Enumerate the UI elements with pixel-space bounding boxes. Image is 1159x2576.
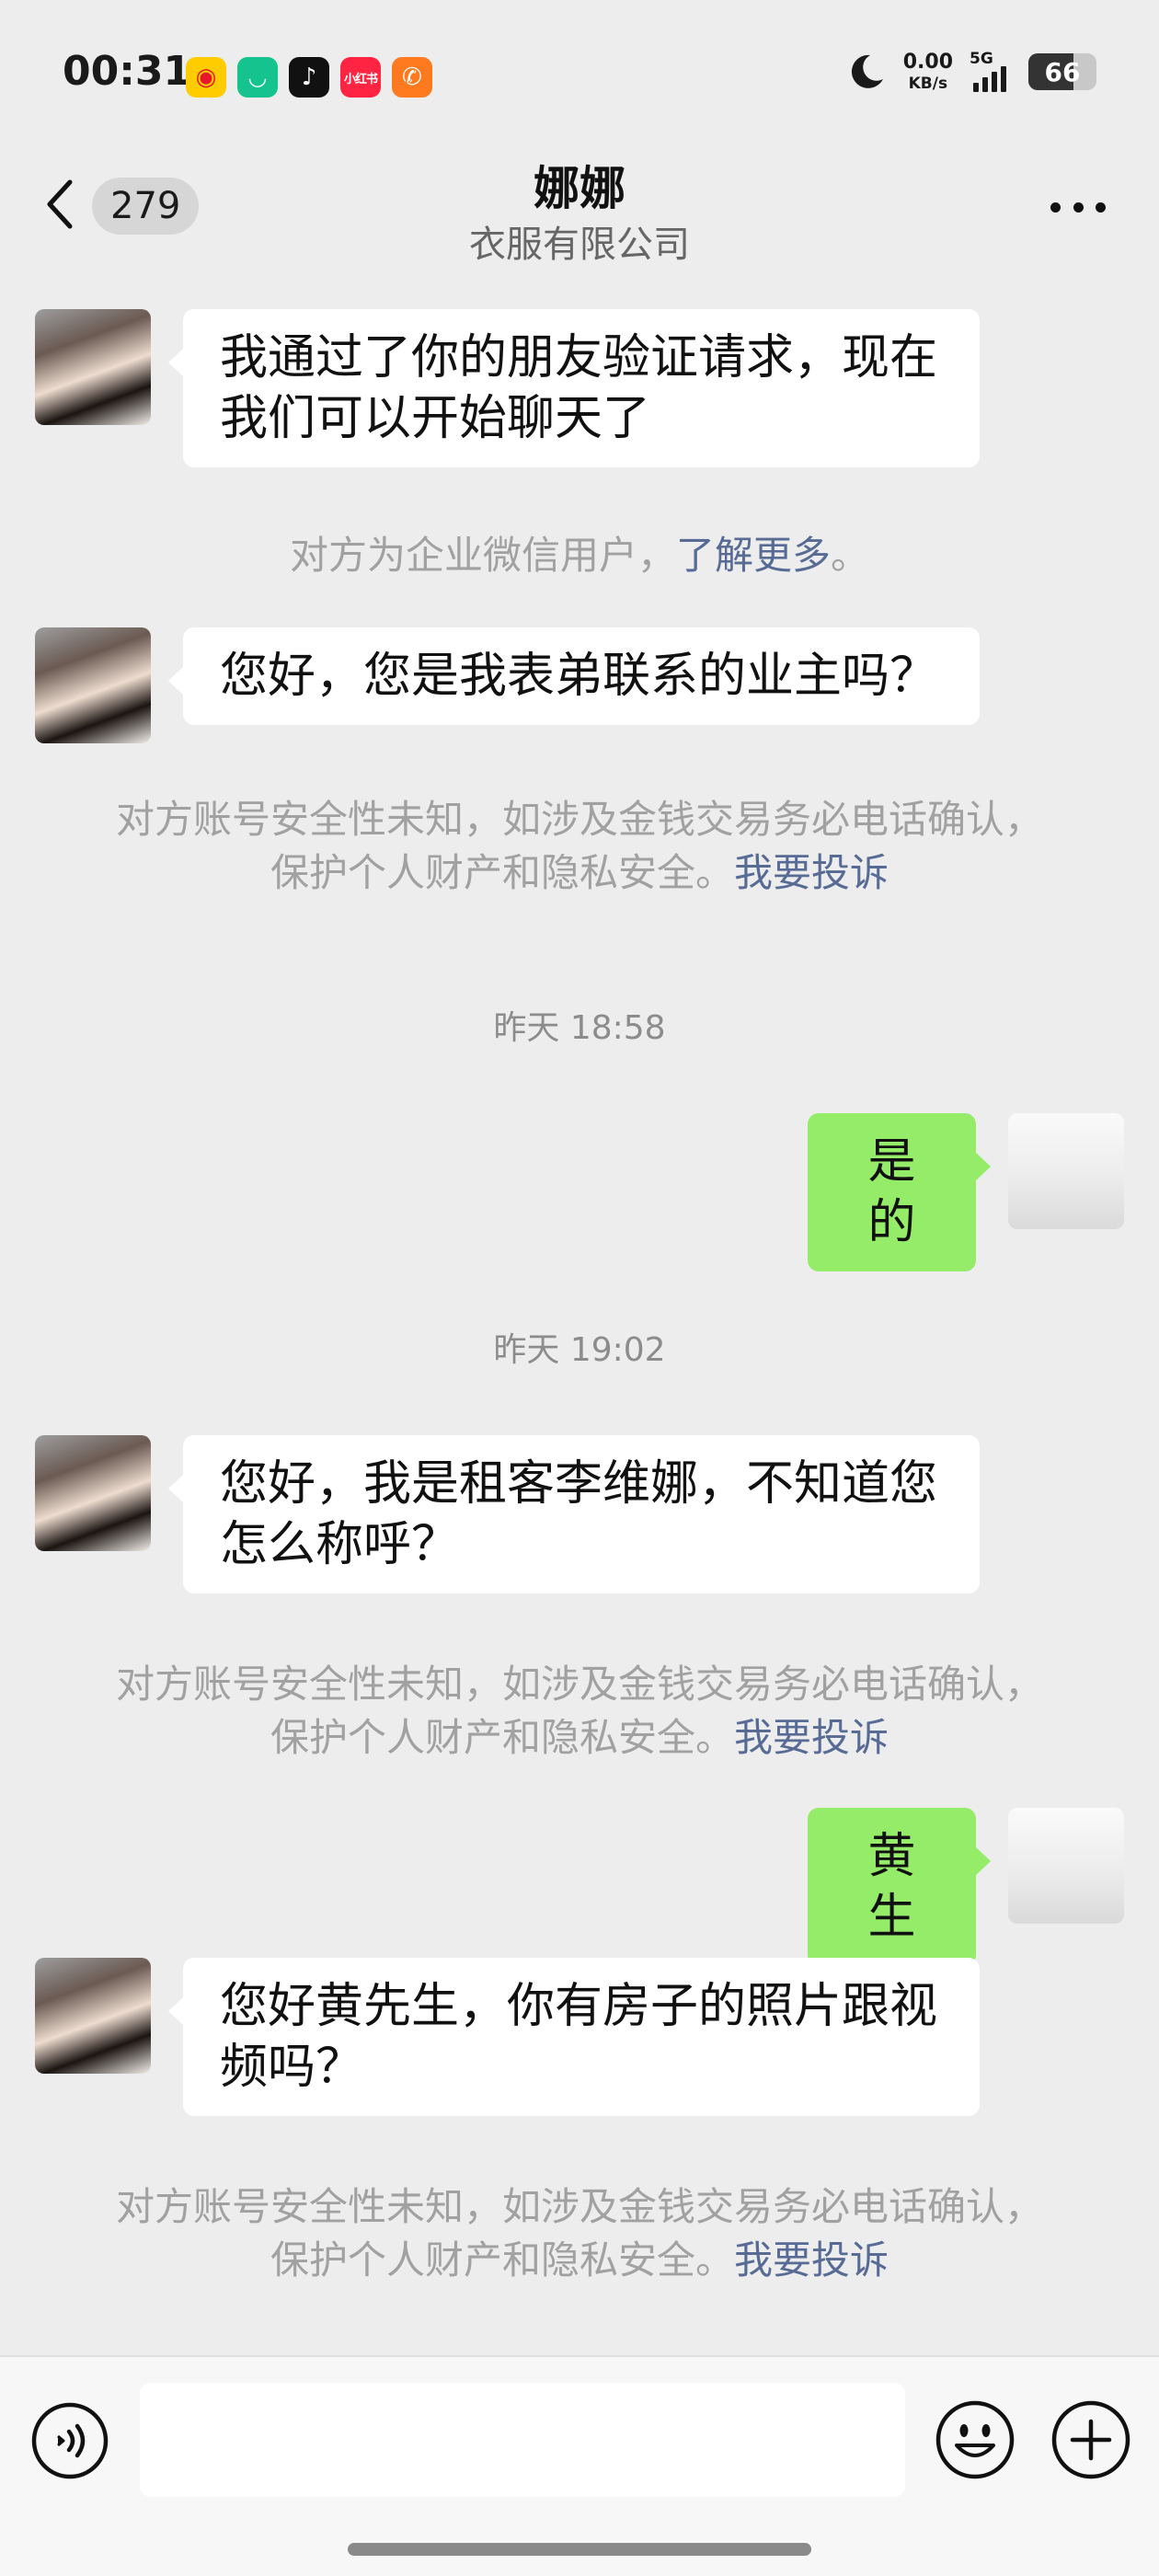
network-speed-unit: KB/s	[908, 74, 948, 93]
contact-avatar[interactable]	[35, 309, 151, 425]
network-speed: 0.00 KB/s	[903, 52, 953, 92]
battery-level: 66	[1044, 56, 1081, 87]
security-note-line1: 对方账号安全性未知，如涉及金钱交易务必电话确认，	[115, 2184, 1043, 2229]
plus-icon[interactable]	[1050, 2399, 1131, 2480]
chat-header: 279 娜娜 衣服有限公司	[0, 152, 1159, 276]
message-input-bar	[0, 2355, 1159, 2576]
incoming-message-bubble[interactable]: 我通过了你的朋友验证请求，现在我们可以开始聊天了	[168, 309, 980, 467]
enterprise-note-text: 对方为企业微信用户，	[289, 533, 676, 578]
incoming-message-bubble[interactable]: 您好，您是我表弟联系的业主吗？	[168, 627, 980, 725]
security-note-line2: 保护个人财产和隐私安全。	[270, 850, 734, 895]
contact-avatar[interactable]	[35, 627, 151, 743]
signal-strength-icon: 5G	[970, 50, 1012, 92]
message-text-input[interactable]	[140, 2383, 905, 2497]
report-complaint-link[interactable]: 我要投诉	[734, 850, 889, 895]
emoji-icon[interactable]	[935, 2399, 1016, 2480]
mi-icon: ◡	[237, 57, 278, 98]
chat-title: 娜娜	[534, 162, 625, 215]
contact-avatar[interactable]	[35, 1958, 151, 2074]
security-warning-note: 对方账号安全性未知，如涉及金钱交易务必电话确认， 保护个人财产和隐私安全。我要投…	[0, 1658, 1159, 1765]
xiaohongshu-icon: 小红书	[340, 57, 381, 98]
status-bar: 00:31 ◉ ◡ ♪ 小红书 ✆ 0.00 KB/s 5G 66	[0, 0, 1159, 152]
my-avatar[interactable]	[1008, 1808, 1124, 1924]
my-avatar[interactable]	[1008, 1113, 1124, 1229]
enterprise-note-end: 。	[831, 533, 870, 578]
security-note-line1: 对方账号安全性未知，如涉及金钱交易务必电话确认，	[115, 797, 1043, 842]
incoming-message-bubble[interactable]: 您好黄先生，你有房子的照片跟视频吗？	[168, 1958, 980, 2116]
voice-icon[interactable]	[30, 2401, 109, 2480]
do-not-disturb-moon-icon	[851, 54, 883, 88]
more-options-icon[interactable]	[1050, 198, 1106, 216]
report-complaint-link[interactable]: 我要投诉	[734, 1715, 889, 1760]
network-type-label: 5G	[970, 50, 993, 68]
report-complaint-link[interactable]: 我要投诉	[734, 2237, 889, 2283]
security-note-line2: 保护个人财产和隐私安全。	[270, 1715, 734, 1760]
notification-app-icons: ◉ ◡ ♪ 小红书 ✆	[186, 57, 432, 98]
security-warning-note: 对方账号安全性未知，如涉及金钱交易务必电话确认， 保护个人财产和隐私安全。我要投…	[0, 2180, 1159, 2287]
status-right-group: 0.00 KB/s 5G 66	[846, 50, 1096, 92]
network-speed-value: 0.00	[902, 50, 953, 74]
enterprise-user-note: 对方为企业微信用户，了解更多。	[0, 529, 1159, 582]
message-timestamp: 昨天 18:58	[493, 1009, 666, 1047]
home-indicator[interactable]	[348, 2543, 811, 2556]
battery-icon: 66	[1028, 53, 1096, 90]
security-note-line1: 对方账号安全性未知，如涉及金钱交易务必电话确认，	[115, 1662, 1043, 1707]
message-timestamp: 昨天 19:02	[493, 1331, 666, 1369]
outgoing-message-bubble[interactable]: 黄生	[808, 1808, 991, 1966]
security-note-line2: 保护个人财产和隐私安全。	[270, 2237, 734, 2283]
chat-subtitle-company: 衣服有限公司	[469, 224, 690, 266]
outgoing-message-bubble[interactable]: 是的	[808, 1113, 991, 1271]
phone-icon: ✆	[392, 57, 432, 98]
tiktok-icon: ♪	[289, 57, 329, 98]
security-warning-note: 对方账号安全性未知，如涉及金钱交易务必电话确认， 保护个人财产和隐私安全。我要投…	[0, 793, 1159, 900]
weibo-icon: ◉	[186, 57, 226, 98]
contact-avatar[interactable]	[35, 1435, 151, 1551]
incoming-message-bubble[interactable]: 您好，我是租客李维娜，不知道您怎么称呼？	[168, 1435, 980, 1593]
learn-more-link[interactable]: 了解更多	[676, 533, 831, 578]
status-time: 00:31	[63, 48, 192, 95]
